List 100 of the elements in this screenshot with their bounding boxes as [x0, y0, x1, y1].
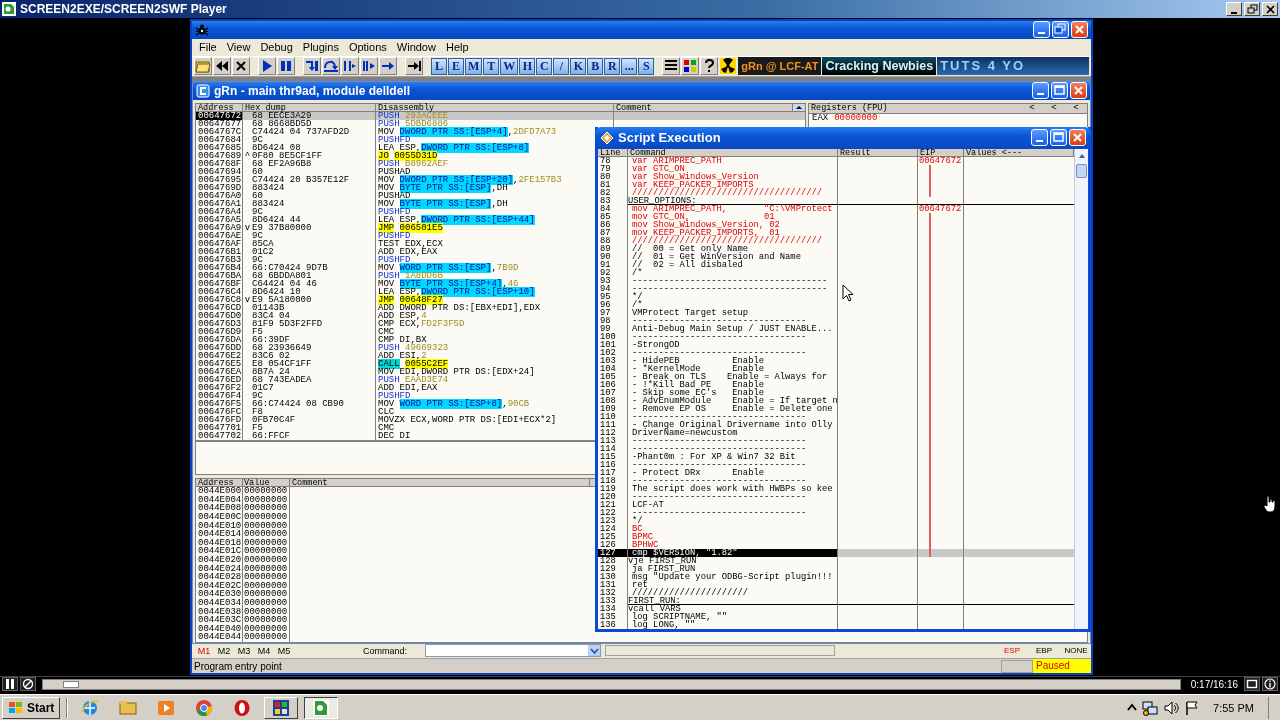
column-header[interactable]: EIP [918, 148, 964, 156]
code-line: DriverName=newcustom [632, 428, 738, 437]
toolbar-button[interactable]: K [570, 57, 587, 75]
toolbar-button[interactable]: R [604, 57, 621, 75]
dropdown-button[interactable] [588, 645, 600, 657]
table-cell: 00000000 [243, 616, 290, 625]
minimize-button[interactable] [1031, 129, 1048, 147]
menu-item[interactable]: Options [343, 41, 392, 54]
list-button[interactable] [662, 57, 681, 76]
scroll-thumb[interactable] [1076, 163, 1087, 178]
info-button[interactable] [1262, 677, 1278, 691]
rewind-button[interactable] [213, 57, 231, 76]
code-line: // 00 = Get only Name [632, 244, 749, 253]
arrow-button[interactable]: < [1021, 103, 1043, 113]
scrollbar[interactable] [793, 103, 804, 111]
maximize-button[interactable] [1051, 82, 1068, 100]
menu-item[interactable]: File [194, 41, 222, 54]
browser-icon[interactable] [81, 698, 100, 717]
seek-thumb[interactable] [63, 680, 80, 688]
command-combobox[interactable] [425, 644, 601, 658]
scrollbar[interactable] [1074, 148, 1088, 629]
table-cell: PUSH 293ACEEE [376, 111, 614, 120]
line-number: 98 [598, 316, 628, 325]
minimize-button[interactable] [1033, 21, 1050, 39]
bookmark-tab[interactable]: M1 [195, 645, 213, 656]
network-icon[interactable] [1142, 699, 1159, 716]
line-number: 78 [598, 156, 628, 165]
column-header[interactable]: Line [598, 148, 628, 156]
close-button[interactable] [1071, 21, 1088, 39]
flag-icon[interactable] [1184, 699, 1201, 716]
restore-button[interactable] [1052, 21, 1069, 39]
play-button[interactable] [258, 57, 276, 76]
maximize-button[interactable] [1050, 129, 1067, 147]
close-button[interactable] [1069, 129, 1086, 147]
help-button[interactable] [700, 57, 719, 76]
code-line: ------------------------------------- [632, 284, 828, 293]
register-toggle[interactable]: NONE [1061, 646, 1091, 656]
fold-marker[interactable]: v [628, 556, 634, 565]
column-header[interactable]: Hex dump [243, 103, 376, 111]
menu-item[interactable]: Window [391, 41, 441, 54]
table-cell: 006476DD [196, 343, 243, 352]
bookmark-tab[interactable]: M2 [215, 645, 233, 656]
seek-bar[interactable] [42, 678, 1181, 690]
close-button[interactable] [1262, 2, 1278, 16]
grid-button[interactable] [681, 57, 700, 76]
column-header[interactable]: Address [196, 103, 243, 111]
table-cell: 0044E038 [196, 607, 243, 617]
toolbar-button[interactable]: E [448, 57, 464, 75]
volume-icon[interactable] [1163, 699, 1180, 716]
column-header[interactable]: Command [628, 148, 838, 156]
media-player-icon[interactable] [157, 698, 176, 717]
arrow-button[interactable]: < [1065, 103, 1087, 113]
menu-item[interactable]: Plugins [297, 41, 344, 54]
toolbar-button[interactable]: B [587, 57, 604, 75]
column-header[interactable]: Comment [290, 478, 590, 487]
step-over-button[interactable] [322, 57, 340, 76]
trace-into-button[interactable] [341, 57, 359, 76]
pause-button[interactable] [2, 677, 18, 691]
toolbar-button[interactable]: T [483, 57, 500, 75]
bookmark-tab[interactable]: M3 [235, 645, 253, 656]
bookmark-tab[interactable]: M4 [255, 645, 273, 656]
register-toggle[interactable]: ESP [997, 646, 1027, 656]
toolbar-button[interactable]: L [431, 57, 447, 75]
close-button[interactable] [232, 57, 250, 76]
restore-button[interactable] [1244, 2, 1260, 16]
trace-over-button[interactable] [360, 57, 378, 76]
fold-marker[interactable]: v [628, 604, 634, 613]
toolbar-button[interactable]: C [536, 57, 553, 75]
chrome-icon[interactable] [195, 698, 214, 717]
start-button[interactable]: Start [2, 696, 61, 719]
column-header[interactable]: Disassembly [376, 103, 614, 111]
menu-item[interactable]: View [221, 41, 256, 54]
menu-item[interactable]: Help [440, 41, 474, 54]
bookmark-tab[interactable]: M5 [275, 645, 293, 656]
column-header[interactable]: Value [243, 478, 290, 487]
table-cell: 8D6424 10 [252, 287, 301, 296]
close-button[interactable] [1070, 82, 1087, 100]
run-to-return-button[interactable] [379, 57, 397, 76]
toolbar-button[interactable]: ... [621, 57, 638, 75]
menu-item[interactable]: Debug [255, 41, 298, 54]
toolbar-button[interactable]: / [553, 57, 570, 75]
clock[interactable]: 7:55 PM [1213, 701, 1254, 714]
execute-till-button[interactable] [405, 57, 423, 76]
column-header[interactable]: Result [838, 148, 918, 156]
toolbar-button[interactable]: M [465, 57, 483, 75]
toolbar-button[interactable]: H [519, 57, 536, 75]
minimize-button[interactable] [1226, 2, 1242, 16]
loop-button[interactable] [20, 677, 36, 691]
open-button[interactable] [194, 57, 212, 76]
fullscreen-button[interactable] [1244, 677, 1260, 691]
minimize-button[interactable] [1032, 82, 1049, 100]
step-into-button[interactable] [303, 57, 321, 76]
taskbar-button[interactable] [304, 696, 339, 719]
register-toggle[interactable]: EBP [1029, 646, 1059, 656]
arrow-button[interactable]: < [1043, 103, 1065, 113]
toolbar-button[interactable]: W [500, 57, 519, 75]
column-header[interactable]: Address [196, 478, 243, 487]
opera-icon[interactable] [233, 698, 252, 717]
column-header[interactable]: Registers (FPU) [809, 103, 1021, 113]
toolbar-button[interactable]: S [638, 57, 655, 75]
